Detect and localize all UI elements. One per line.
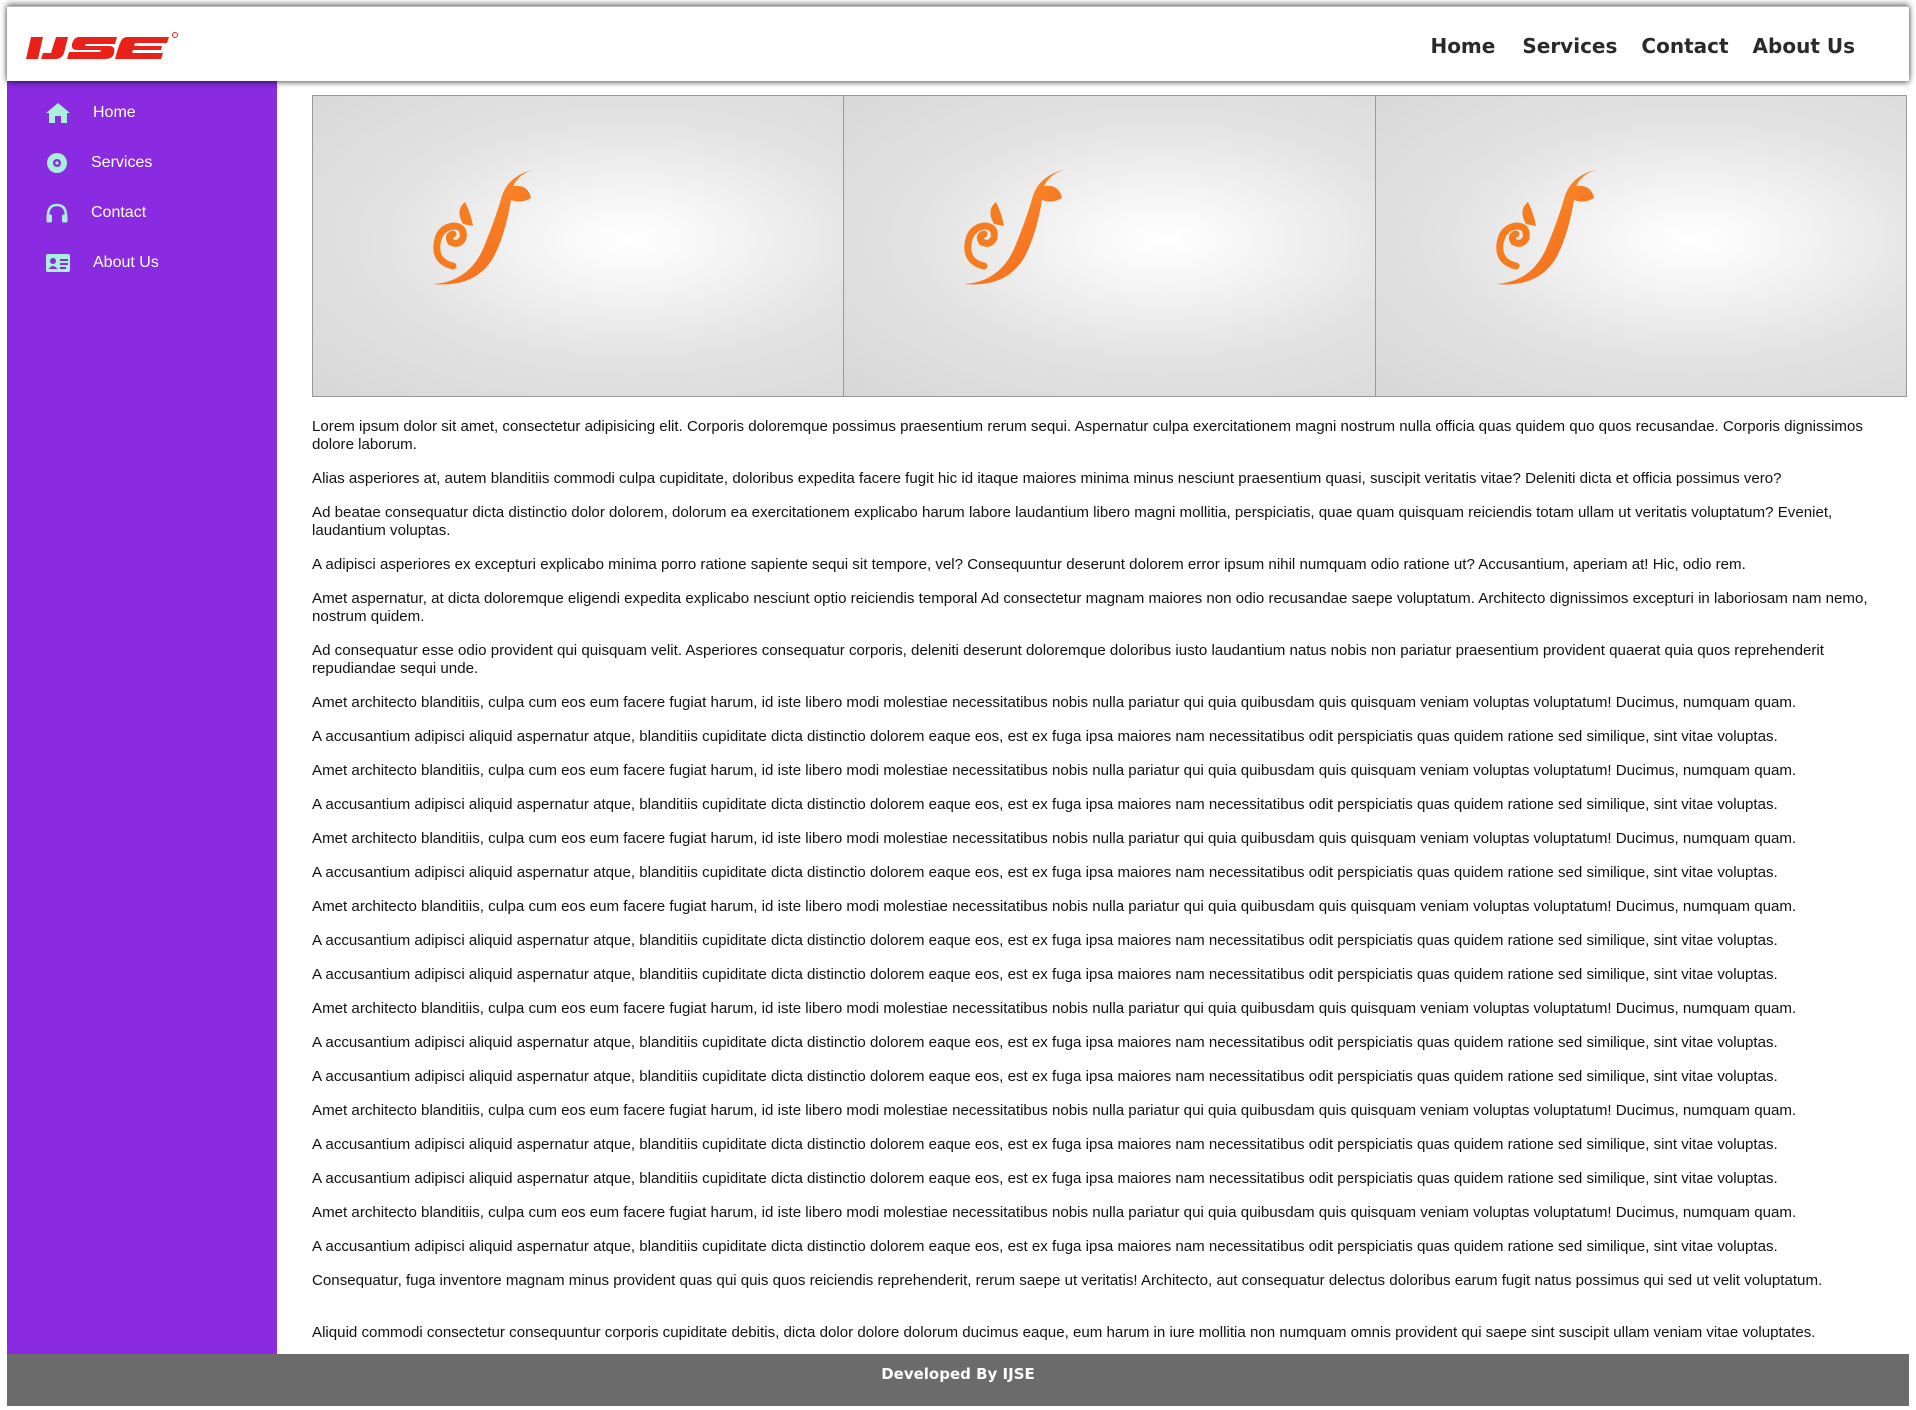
body-paragraph: A accusantium adipisci aliquid aspernatu… xyxy=(312,1034,1778,1051)
gallery-image xyxy=(1374,96,1906,396)
body-paragraph: Lorem ipsum dolor sit amet, consectetur … xyxy=(312,418,1863,453)
body-paragraph: Amet architecto blanditiis, culpa cum eo… xyxy=(312,830,1797,847)
headphones-icon xyxy=(45,200,75,226)
body-paragraph: A accusantium adipisci aliquid aspernatu… xyxy=(312,864,1778,881)
top-nav: Home Services Contact About Us xyxy=(1430,34,1855,58)
body-paragraph: Amet architecto blanditiis, culpa cum eo… xyxy=(312,898,1797,915)
top-navbar: Home Services Contact About Us xyxy=(7,6,1909,81)
sidebar-item-contact[interactable]: Contact xyxy=(45,200,146,226)
topnav-about-us-link[interactable]: About Us xyxy=(1753,34,1855,58)
image-gallery xyxy=(312,95,1907,397)
body-paragraph: Amet architecto blanditiis, culpa cum eo… xyxy=(312,1102,1797,1119)
body-paragraph: A accusantium adipisci aliquid aspernatu… xyxy=(312,932,1778,949)
sidebar-item-about-us[interactable]: About Us xyxy=(45,250,159,276)
body-paragraph: A accusantium adipisci aliquid aspernatu… xyxy=(312,1238,1778,1255)
sidebar-item-label: About Us xyxy=(93,254,159,271)
topnav-contact-link[interactable]: Contact xyxy=(1641,34,1728,58)
body-paragraph: Aliquid commodi consectetur consequuntur… xyxy=(312,1324,1816,1341)
topnav-services-link[interactable]: Services xyxy=(1522,34,1617,58)
main-content: Lorem ipsum dolor sit amet, consectetur … xyxy=(312,95,1910,1341)
gallery-image xyxy=(843,96,1375,396)
body-paragraph: Ad consequatur esse odio provident qui q… xyxy=(312,642,1824,677)
body-paragraph: A adipisci asperiores ex excepturi expli… xyxy=(312,556,1746,573)
page-frame: Home Services Contact About Us Home Serv… xyxy=(7,6,1909,1406)
body-paragraph: Amet architecto blanditiis, culpa cum eo… xyxy=(312,1204,1797,1221)
body-paragraph: Amet architecto blanditiis, culpa cum eo… xyxy=(312,694,1797,711)
sidebar-item-label: Home xyxy=(93,104,136,121)
sidebar: Home Services Contact About Us xyxy=(7,80,277,1354)
sidebar-item-home[interactable]: Home xyxy=(45,100,136,126)
body-paragraph: Consequatur, fuga inventore magnam minus… xyxy=(312,1272,1823,1289)
body-paragraph: A accusantium adipisci aliquid aspernatu… xyxy=(312,1136,1778,1153)
ijse-logo[interactable] xyxy=(25,29,195,66)
topnav-home-link[interactable]: Home xyxy=(1430,34,1495,58)
sidebar-item-services[interactable]: Services xyxy=(45,150,152,176)
body-paragraph: A accusantium adipisci aliquid aspernatu… xyxy=(312,1170,1778,1187)
body-paragraph: A accusantium adipisci aliquid aspernatu… xyxy=(312,728,1778,745)
sidebar-item-label: Services xyxy=(91,154,153,171)
home-icon xyxy=(45,100,75,126)
body-paragraph: Amet architecto blanditiis, culpa cum eo… xyxy=(312,762,1797,779)
footer-text: Developed By IJSE xyxy=(881,1365,1035,1383)
body-paragraph: A accusantium adipisci aliquid aspernatu… xyxy=(312,966,1778,983)
squirrel-logo-image xyxy=(1495,168,1606,285)
body-paragraph: A accusantium adipisci aliquid aspernatu… xyxy=(312,796,1778,813)
sidebar-item-label: Contact xyxy=(91,204,147,221)
body-paragraph: Ad beatae consequatur dicta distinctio d… xyxy=(312,504,1833,539)
disc-icon xyxy=(45,150,75,176)
id-card-icon xyxy=(45,250,75,276)
squirrel-logo-image xyxy=(964,168,1075,285)
body-paragraph: Alias asperiores at, autem blanditiis co… xyxy=(312,470,1782,487)
body-paragraph: Amet architecto blanditiis, culpa cum eo… xyxy=(312,1000,1797,1017)
footer: Developed By IJSE xyxy=(7,1354,1909,1406)
body-paragraph: Amet aspernatur, at dicta doloremque eli… xyxy=(312,590,1868,625)
body-paragraph: A accusantium adipisci aliquid aspernatu… xyxy=(312,1068,1778,1085)
gallery-image xyxy=(313,96,844,396)
squirrel-logo-image xyxy=(433,168,543,285)
